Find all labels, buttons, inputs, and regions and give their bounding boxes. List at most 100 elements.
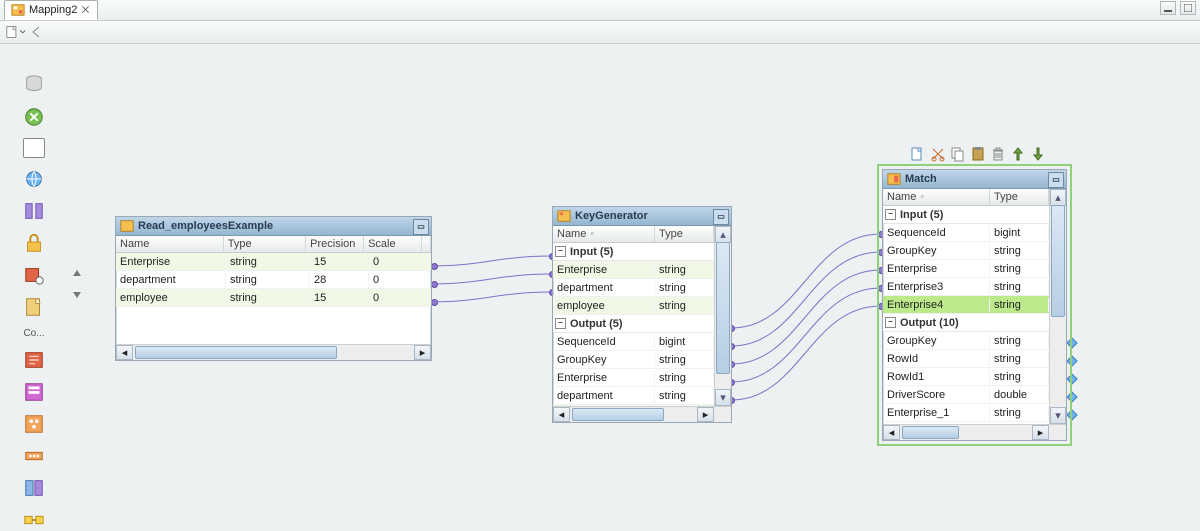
port-diamond[interactable]	[1066, 337, 1077, 348]
table-row[interactable]: SequenceIdbigint	[883, 224, 1049, 242]
group-output[interactable]: −Output (10)	[883, 314, 1049, 332]
scroll-right-icon[interactable]: ▸	[414, 345, 431, 360]
lookup-icon[interactable]	[23, 264, 45, 286]
v-scrollbar[interactable]: ▴ ▾	[714, 226, 731, 406]
group-input[interactable]: −Input (5)	[883, 206, 1049, 224]
note-icon[interactable]	[23, 296, 45, 318]
minimize-icon[interactable]: ▭	[413, 219, 429, 235]
col-name[interactable]: Name◦	[883, 189, 990, 205]
scroll-down-icon[interactable]: ▾	[1050, 407, 1066, 424]
port-out[interactable]	[431, 299, 438, 306]
panel-read-employees[interactable]: Read_employeesExample ▭ Name Type Precis…	[115, 216, 432, 361]
table-row[interactable]: GroupKeystring	[553, 351, 714, 369]
port-diamond[interactable]	[1066, 409, 1077, 420]
minimize-button[interactable]	[1160, 1, 1176, 15]
table-row[interactable]: GroupKeystring	[883, 332, 1049, 350]
scroll-left-icon[interactable]: ◂	[116, 345, 133, 360]
scroll-left-icon[interactable]: ◂	[883, 425, 900, 440]
group-input[interactable]: −Input (5)	[553, 243, 714, 261]
table-row[interactable]: departmentstring	[553, 279, 714, 297]
table-row[interactable]: GroupKeystring	[883, 242, 1049, 260]
new-icon[interactable]	[910, 146, 926, 162]
blank-tool-icon[interactable]	[23, 138, 45, 158]
col-name[interactable]: Name	[116, 236, 224, 252]
table-row[interactable]: DriverScoredouble	[883, 386, 1049, 404]
scroll-left-icon[interactable]: ◂	[553, 407, 570, 422]
port-diamond[interactable]	[1066, 391, 1077, 402]
panel-key-generator[interactable]: KeyGenerator ▭ Name◦ Type −Input (5) Ent…	[552, 206, 732, 423]
scroll-thumb[interactable]	[1051, 205, 1065, 317]
copy-icon[interactable]	[950, 146, 966, 162]
port-diamond[interactable]	[1066, 355, 1077, 366]
close-icon[interactable]	[81, 5, 91, 15]
union-icon[interactable]	[23, 477, 45, 499]
table-row[interactable]: employeestring150	[116, 289, 431, 307]
table-row[interactable]: Enterprisestring150	[116, 253, 431, 271]
palette-down-icon[interactable]	[72, 287, 82, 299]
joiner-icon[interactable]	[23, 509, 45, 531]
aggregate-icon[interactable]	[23, 413, 45, 435]
h-scrollbar[interactable]: ◂ ▸	[883, 424, 1066, 440]
paste-icon[interactable]	[970, 146, 986, 162]
expression-icon[interactable]	[23, 349, 45, 371]
panel-title[interactable]: KeyGenerator ▭	[553, 207, 731, 226]
database-icon[interactable]	[23, 74, 45, 96]
col-name[interactable]: Name◦	[553, 226, 655, 242]
move-down-icon[interactable]	[1030, 146, 1046, 162]
schema-icon[interactable]	[23, 200, 45, 222]
minimize-icon[interactable]: ▭	[713, 209, 729, 225]
table-row[interactable]: Enterprise_1string	[883, 404, 1049, 422]
table-row[interactable]: Enterprise3string	[883, 278, 1049, 296]
scroll-thumb[interactable]	[135, 346, 337, 359]
collapse-icon[interactable]: −	[555, 318, 566, 329]
scroll-up-icon[interactable]: ▴	[1050, 189, 1066, 206]
table-row[interactable]: RowId1string	[883, 368, 1049, 386]
scroll-thumb[interactable]	[572, 408, 664, 421]
palette-up-icon[interactable]	[72, 269, 82, 281]
maximize-button[interactable]	[1180, 1, 1196, 15]
col-precision[interactable]: Precision	[306, 236, 364, 252]
table-row[interactable]: departmentstring	[553, 387, 714, 405]
panel-match[interactable]: Match ▭ Name◦ Type −Input (5) SequenceId…	[882, 169, 1067, 441]
router-icon[interactable]	[23, 445, 45, 467]
form-icon[interactable]	[23, 381, 45, 403]
panel-title[interactable]: Match ▭	[883, 170, 1066, 189]
tab-mapping2[interactable]: Mapping2	[4, 0, 98, 20]
table-row[interactable]: departmentstring280	[116, 271, 431, 289]
panel-title[interactable]: Read_employeesExample ▭	[116, 217, 431, 236]
table-row[interactable]: SequenceIdbigint	[553, 333, 714, 351]
col-type[interactable]: Type	[990, 189, 1049, 205]
page-tool-button[interactable]	[4, 22, 26, 42]
table-row[interactable]: employeestring	[553, 297, 714, 315]
col-type[interactable]: Type	[655, 226, 714, 242]
lock-icon[interactable]	[23, 232, 45, 254]
collapse-icon[interactable]: −	[885, 209, 896, 220]
global-source-icon[interactable]	[23, 168, 45, 190]
transformation-icon[interactable]	[23, 106, 45, 128]
collapse-icon[interactable]: −	[885, 317, 896, 328]
scroll-thumb[interactable]	[902, 426, 959, 439]
canvas[interactable]: Co...	[0, 44, 1200, 524]
move-up-icon[interactable]	[1010, 146, 1026, 162]
triangle-left-icon[interactable]	[32, 26, 40, 38]
scroll-thumb[interactable]	[716, 242, 730, 374]
scroll-right-icon[interactable]: ▸	[697, 407, 714, 422]
table-row[interactable]: Enterprisestring	[553, 369, 714, 387]
col-type[interactable]: Type	[224, 236, 306, 252]
table-row[interactable]: RowIdstring	[883, 350, 1049, 368]
table-row[interactable]: Enterprisestring	[553, 261, 714, 279]
port-out[interactable]	[431, 263, 438, 270]
group-output[interactable]: −Output (5)	[553, 315, 714, 333]
table-row[interactable]: Enterprise4string	[883, 296, 1049, 314]
scroll-up-icon[interactable]: ▴	[715, 226, 731, 243]
scroll-right-icon[interactable]: ▸	[1032, 425, 1049, 440]
col-scale[interactable]: Scale	[364, 236, 422, 252]
cut-icon[interactable]	[930, 146, 946, 162]
minimize-icon[interactable]: ▭	[1048, 172, 1064, 188]
port-out[interactable]	[431, 281, 438, 288]
table-row[interactable]: Enterprisestring	[883, 260, 1049, 278]
port-diamond[interactable]	[1066, 373, 1077, 384]
delete-icon[interactable]	[990, 146, 1006, 162]
h-scrollbar[interactable]: ◂ ▸	[553, 406, 731, 422]
v-scrollbar[interactable]: ▴ ▾	[1049, 189, 1066, 424]
